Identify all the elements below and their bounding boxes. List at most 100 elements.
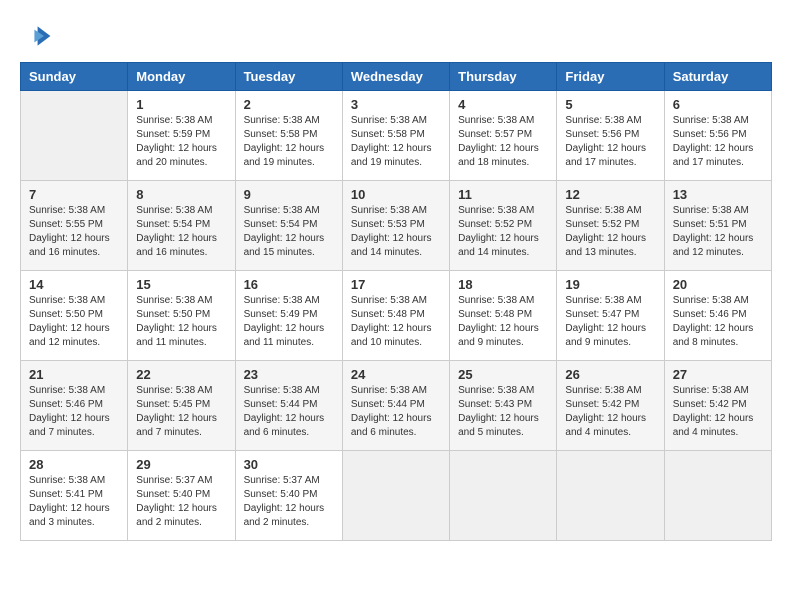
calendar-cell: 26 Sunrise: 5:38 AM Sunset: 5:42 PM Dayli… (557, 361, 664, 451)
calendar-cell: 16 Sunrise: 5:38 AM Sunset: 5:49 PM Dayli… (235, 271, 342, 361)
day-number: 28 (29, 457, 119, 472)
day-info: Sunrise: 5:38 AM Sunset: 5:42 PM Dayligh… (565, 384, 655, 440)
calendar-week-2: 7 Sunrise: 5:38 AM Sunset: 5:55 PM Daylig… (21, 181, 772, 271)
day-number: 6 (673, 97, 763, 112)
day-number: 1 (136, 97, 226, 112)
day-info: Sunrise: 5:38 AM Sunset: 5:55 PM Dayligh… (29, 204, 119, 260)
day-number: 12 (565, 187, 655, 202)
calendar-cell: 20 Sunrise: 5:38 AM Sunset: 5:46 PM Dayli… (664, 271, 771, 361)
logo-icon (20, 20, 52, 52)
day-info: Sunrise: 5:38 AM Sunset: 5:57 PM Dayligh… (458, 114, 548, 170)
calendar-cell: 29 Sunrise: 5:37 AM Sunset: 5:40 PM Dayli… (128, 451, 235, 541)
day-info: Sunrise: 5:38 AM Sunset: 5:52 PM Dayligh… (565, 204, 655, 260)
day-info: Sunrise: 5:38 AM Sunset: 5:52 PM Dayligh… (458, 204, 548, 260)
calendar-cell: 18 Sunrise: 5:38 AM Sunset: 5:48 PM Dayli… (450, 271, 557, 361)
day-info: Sunrise: 5:38 AM Sunset: 5:47 PM Dayligh… (565, 294, 655, 350)
calendar-cell: 25 Sunrise: 5:38 AM Sunset: 5:43 PM Dayli… (450, 361, 557, 451)
header-saturday: Saturday (664, 63, 771, 91)
day-info: Sunrise: 5:38 AM Sunset: 5:50 PM Dayligh… (29, 294, 119, 350)
calendar-cell: 22 Sunrise: 5:38 AM Sunset: 5:45 PM Dayli… (128, 361, 235, 451)
day-number: 15 (136, 277, 226, 292)
header-friday: Friday (557, 63, 664, 91)
calendar-cell: 3 Sunrise: 5:38 AM Sunset: 5:58 PM Daylig… (342, 91, 449, 181)
day-number: 18 (458, 277, 548, 292)
day-info: Sunrise: 5:38 AM Sunset: 5:43 PM Dayligh… (458, 384, 548, 440)
day-number: 11 (458, 187, 548, 202)
calendar-week-1: 1 Sunrise: 5:38 AM Sunset: 5:59 PM Daylig… (21, 91, 772, 181)
calendar-cell: 4 Sunrise: 5:38 AM Sunset: 5:57 PM Daylig… (450, 91, 557, 181)
calendar-cell: 10 Sunrise: 5:38 AM Sunset: 5:53 PM Dayli… (342, 181, 449, 271)
day-number: 22 (136, 367, 226, 382)
calendar-cell: 24 Sunrise: 5:38 AM Sunset: 5:44 PM Dayli… (342, 361, 449, 451)
calendar-cell (557, 451, 664, 541)
calendar-table: SundayMondayTuesdayWednesdayThursdayFrid… (20, 62, 772, 541)
day-number: 8 (136, 187, 226, 202)
day-info: Sunrise: 5:38 AM Sunset: 5:56 PM Dayligh… (565, 114, 655, 170)
day-number: 16 (244, 277, 334, 292)
day-number: 17 (351, 277, 441, 292)
header (20, 20, 772, 52)
calendar-week-5: 28Sunrise: 5:38 AM Sunset: 5:41 PM Dayli… (21, 451, 772, 541)
header-thursday: Thursday (450, 63, 557, 91)
day-info: Sunrise: 5:37 AM Sunset: 5:40 PM Dayligh… (136, 474, 226, 530)
calendar-cell: 30Sunrise: 5:37 AM Sunset: 5:40 PM Dayli… (235, 451, 342, 541)
header-sunday: Sunday (21, 63, 128, 91)
calendar-cell: 9Sunrise: 5:38 AM Sunset: 5:54 PM Daylig… (235, 181, 342, 271)
day-info: Sunrise: 5:38 AM Sunset: 5:48 PM Dayligh… (458, 294, 548, 350)
day-number: 7 (29, 187, 119, 202)
day-info: Sunrise: 5:38 AM Sunset: 5:46 PM Dayligh… (673, 294, 763, 350)
calendar-cell: 13 Sunrise: 5:38 AM Sunset: 5:51 PM Dayli… (664, 181, 771, 271)
day-number: 30 (244, 457, 334, 472)
day-number: 23 (244, 367, 334, 382)
day-info: Sunrise: 5:38 AM Sunset: 5:50 PM Dayligh… (136, 294, 226, 350)
day-info: Sunrise: 5:38 AM Sunset: 5:53 PM Dayligh… (351, 204, 441, 260)
calendar-cell: 28Sunrise: 5:38 AM Sunset: 5:41 PM Dayli… (21, 451, 128, 541)
day-number: 13 (673, 187, 763, 202)
calendar-cell (664, 451, 771, 541)
day-number: 3 (351, 97, 441, 112)
day-number: 20 (673, 277, 763, 292)
day-info: Sunrise: 5:38 AM Sunset: 5:58 PM Dayligh… (351, 114, 441, 170)
day-info: Sunrise: 5:38 AM Sunset: 5:48 PM Dayligh… (351, 294, 441, 350)
header-monday: Monday (128, 63, 235, 91)
logo (20, 20, 56, 52)
day-info: Sunrise: 5:38 AM Sunset: 5:59 PM Dayligh… (136, 114, 226, 170)
day-number: 27 (673, 367, 763, 382)
calendar-week-4: 21 Sunrise: 5:38 AM Sunset: 5:46 PM Dayli… (21, 361, 772, 451)
day-number: 26 (565, 367, 655, 382)
header-wednesday: Wednesday (342, 63, 449, 91)
day-number: 4 (458, 97, 548, 112)
day-number: 19 (565, 277, 655, 292)
day-number: 2 (244, 97, 334, 112)
calendar-cell: 6 Sunrise: 5:38 AM Sunset: 5:56 PM Daylig… (664, 91, 771, 181)
day-info: Sunrise: 5:38 AM Sunset: 5:45 PM Dayligh… (136, 384, 226, 440)
day-info: Sunrise: 5:38 AM Sunset: 5:46 PM Dayligh… (29, 384, 119, 440)
day-number: 10 (351, 187, 441, 202)
day-info: Sunrise: 5:38 AM Sunset: 5:51 PM Dayligh… (673, 204, 763, 260)
day-info: Sunrise: 5:38 AM Sunset: 5:56 PM Dayligh… (673, 114, 763, 170)
day-number: 25 (458, 367, 548, 382)
calendar-cell (21, 91, 128, 181)
calendar-cell: 11 Sunrise: 5:38 AM Sunset: 5:52 PM Dayli… (450, 181, 557, 271)
day-info: Sunrise: 5:38 AM Sunset: 5:54 PM Dayligh… (244, 204, 334, 260)
calendar-cell: 5 Sunrise: 5:38 AM Sunset: 5:56 PM Daylig… (557, 91, 664, 181)
calendar-cell: 7 Sunrise: 5:38 AM Sunset: 5:55 PM Daylig… (21, 181, 128, 271)
calendar-cell: 15 Sunrise: 5:38 AM Sunset: 5:50 PM Dayli… (128, 271, 235, 361)
day-info: Sunrise: 5:38 AM Sunset: 5:58 PM Dayligh… (244, 114, 334, 170)
day-number: 21 (29, 367, 119, 382)
day-number: 5 (565, 97, 655, 112)
calendar-cell: 21 Sunrise: 5:38 AM Sunset: 5:46 PM Dayli… (21, 361, 128, 451)
day-info: Sunrise: 5:38 AM Sunset: 5:49 PM Dayligh… (244, 294, 334, 350)
day-number: 29 (136, 457, 226, 472)
header-tuesday: Tuesday (235, 63, 342, 91)
day-info: Sunrise: 5:38 AM Sunset: 5:42 PM Dayligh… (673, 384, 763, 440)
calendar-cell (450, 451, 557, 541)
day-info: Sunrise: 5:38 AM Sunset: 5:54 PM Dayligh… (136, 204, 226, 260)
calendar-cell: 23Sunrise: 5:38 AM Sunset: 5:44 PM Dayli… (235, 361, 342, 451)
day-info: Sunrise: 5:38 AM Sunset: 5:44 PM Dayligh… (351, 384, 441, 440)
calendar-cell: 12 Sunrise: 5:38 AM Sunset: 5:52 PM Dayli… (557, 181, 664, 271)
day-number: 14 (29, 277, 119, 292)
calendar-cell: 17 Sunrise: 5:38 AM Sunset: 5:48 PM Dayli… (342, 271, 449, 361)
calendar-week-3: 14 Sunrise: 5:38 AM Sunset: 5:50 PM Dayli… (21, 271, 772, 361)
day-number: 24 (351, 367, 441, 382)
